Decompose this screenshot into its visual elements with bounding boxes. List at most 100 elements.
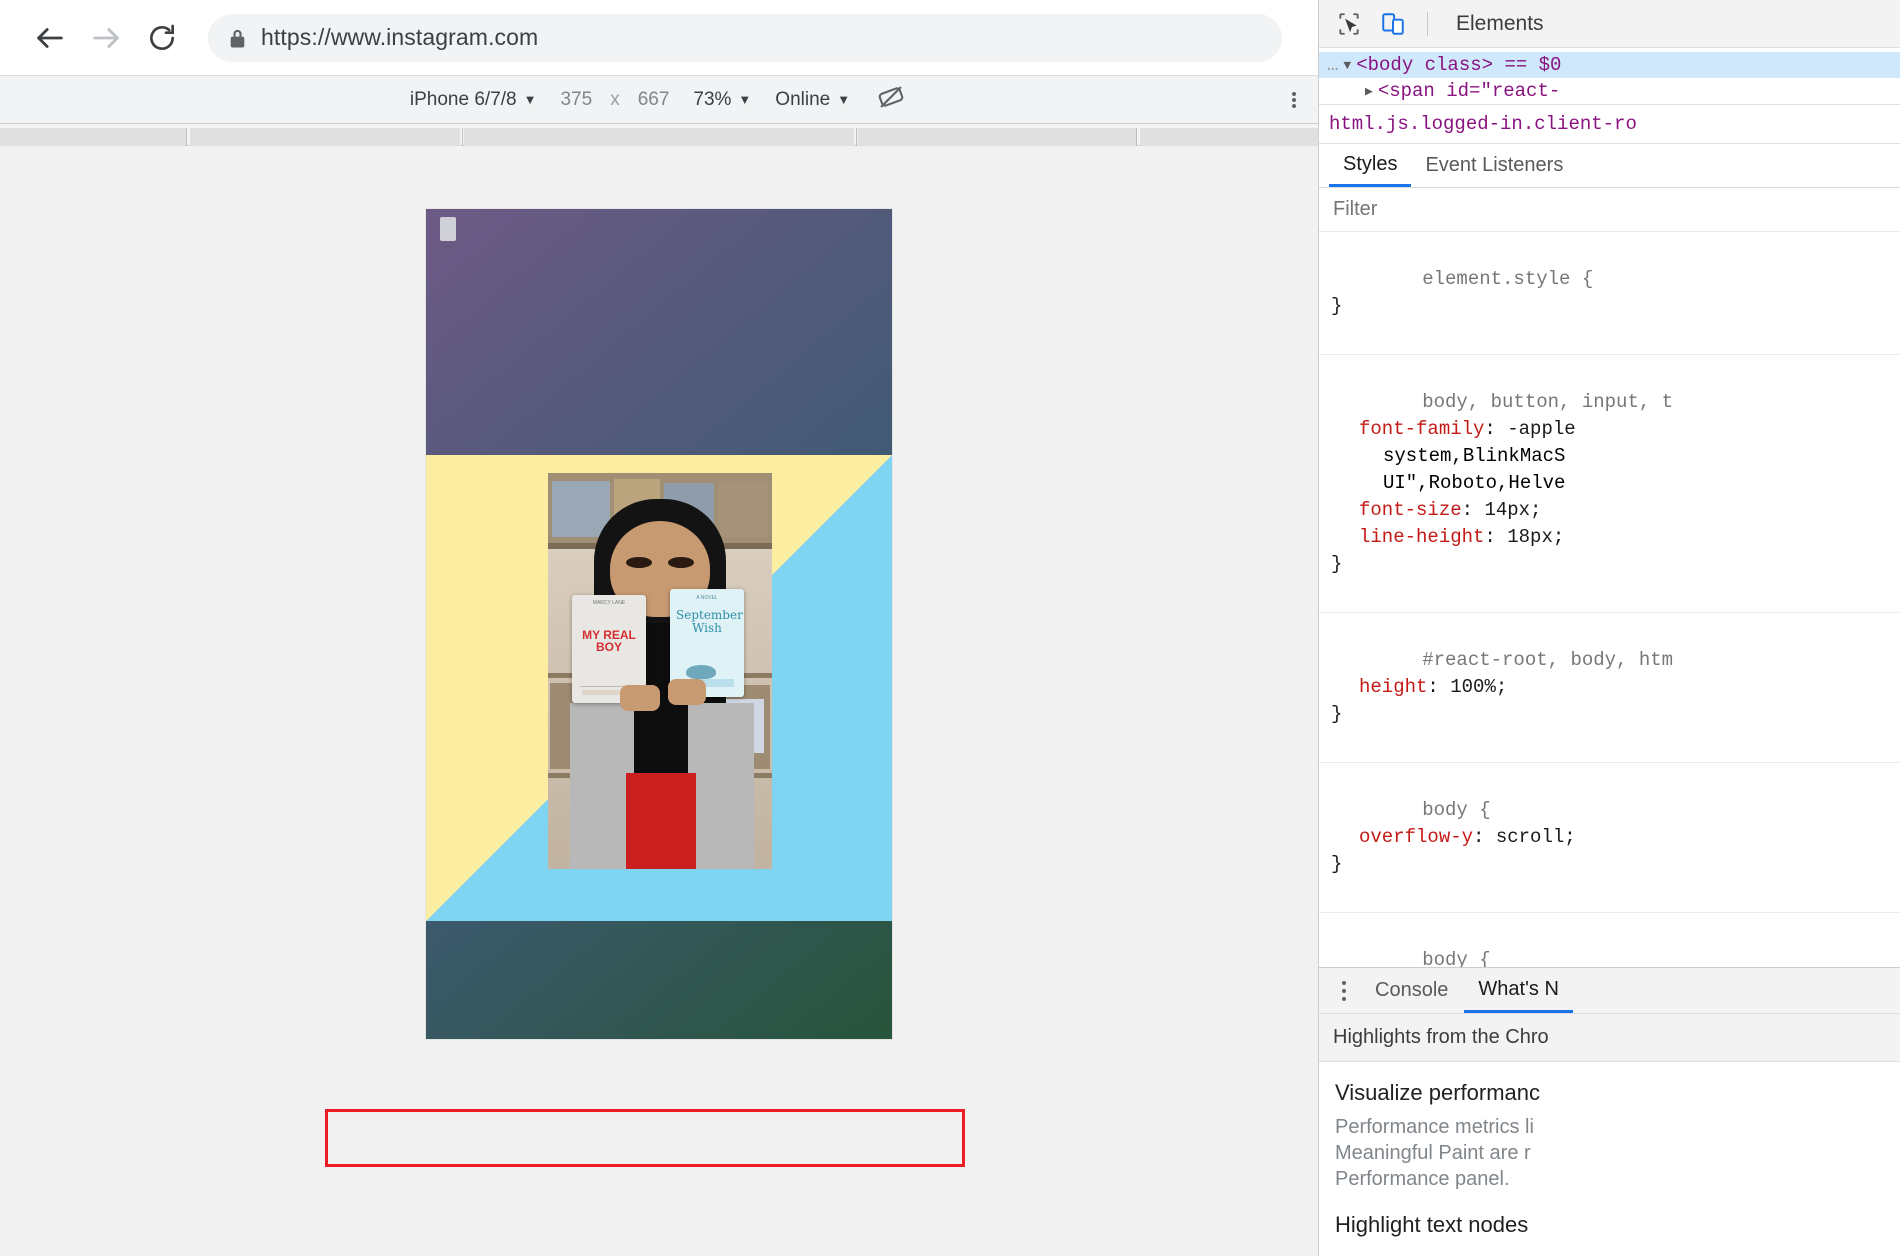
viewport-width-input[interactable]: 375 (548, 89, 604, 111)
whats-new-text: Performance metrics li Meaningful Paint … (1335, 1114, 1884, 1192)
chevron-down-icon: ▼ (837, 92, 851, 107)
breadcrumb[interactable]: html.js.logged-in.client-ro (1319, 104, 1900, 144)
chevron-right-icon[interactable]: ▶ (1365, 84, 1373, 99)
rotate-device-button[interactable] (862, 82, 920, 118)
tab-event-listeners[interactable]: Event Listeners (1411, 144, 1577, 187)
css-close-brace: } (1331, 853, 1343, 875)
viewport-width-value: 375 (560, 88, 593, 110)
avatar (426, 209, 892, 1039)
css-rule[interactable]: body, button, input, t font-family: -app… (1319, 355, 1900, 613)
whats-new-heading[interactable]: Visualize performanc (1335, 1080, 1884, 1106)
back-button[interactable] (22, 10, 78, 66)
rotate-device-icon (876, 82, 906, 118)
dom-line-span-text: <span id="react- (1377, 80, 1561, 102)
tab-elements[interactable]: Elements (1442, 1, 1558, 47)
css-selector: body, button, input, t (1422, 391, 1674, 413)
dom-overflow-ellipsis: … (1327, 54, 1339, 76)
styles-panel-tabs: Styles Event Listeners (1319, 144, 1900, 188)
css-value[interactable]: 14px; (1484, 499, 1541, 521)
css-property[interactable]: font-size (1359, 499, 1462, 521)
css-property[interactable]: font-family (1359, 418, 1484, 440)
dom-tree: … ▼ <body class> == $0 ▶ <span id="react… (1319, 48, 1900, 104)
tab-styles[interactable]: Styles (1329, 144, 1412, 187)
url-text: https://www.instagram.com (261, 24, 539, 50)
css-selector: #react-root, body, htm (1422, 649, 1674, 671)
reload-icon (146, 22, 178, 54)
zoom-value: 73% (693, 88, 732, 110)
whats-new-heading-2[interactable]: Highlight text nodes (1335, 1212, 1884, 1238)
css-value[interactable]: 18px; (1507, 526, 1564, 548)
chevron-down-icon: ▼ (523, 92, 537, 107)
dom-line-body[interactable]: … ▼ <body class> == $0 (1319, 52, 1900, 78)
css-property[interactable]: height (1359, 676, 1427, 698)
inspect-element-icon[interactable] (1329, 6, 1369, 42)
css-value-cont: system,BlinkMacS (1383, 445, 1566, 467)
css-value[interactable]: scroll; (1496, 826, 1576, 848)
tab-whats-new[interactable]: What's N (1464, 968, 1573, 1013)
lock-icon (228, 27, 247, 49)
viewport-height-value: 667 (637, 88, 670, 110)
throttling-value: Online (775, 88, 831, 110)
device-toolbar-more-button[interactable] (1292, 76, 1296, 124)
css-rule[interactable]: body { overflow-y: scroll;} (1319, 763, 1900, 913)
css-property[interactable]: overflow-y (1359, 826, 1473, 848)
devtools-toolbar: Elements (1319, 0, 1900, 48)
post-media[interactable]: MARCY LANE MY REAL BOY A NOVEL September… (426, 455, 892, 921)
drawer-more-icon[interactable] (1329, 979, 1359, 1003)
screenshot-root: https://www.instagram.com iPhone 6/7/8 ▼… (0, 0, 1900, 1256)
css-selector: element.style { (1422, 268, 1594, 290)
css-value[interactable]: -apple (1507, 418, 1575, 440)
css-rule[interactable]: #react-root, body, htm height: 100%;} (1319, 613, 1900, 763)
styles-filter-bar[interactable] (1319, 188, 1900, 232)
emulated-viewport: Instagram Hendi’sMyRefreshing (0, 146, 1318, 1256)
css-close-brace: } (1331, 295, 1343, 317)
whats-new-body: Visualize performanc Performance metrics… (1319, 1062, 1900, 1256)
dom-line-body-text: <body class> == $0 (1356, 54, 1562, 76)
css-rules-list: element.style { } body, button, input, t… (1319, 232, 1900, 967)
post-header: ansar_siri ••• (426, 209, 892, 1039)
book-right-title: September Wish (676, 608, 743, 635)
device-selector[interactable]: iPhone 6/7/8 ▼ (398, 89, 549, 111)
instagram-mobile-viewport: Instagram Hendi’sMyRefreshing (426, 209, 892, 1039)
whats-new-line-1: Performance metrics li (1335, 1116, 1534, 1138)
devtools-panel: Elements … ▼ <body class> == $0 ▶ <span … (1318, 0, 1900, 1256)
viewport-ruler (0, 124, 1318, 146)
filter-input[interactable] (1333, 198, 1886, 221)
device-emulation-toolbar: iPhone 6/7/8 ▼ 375 x 667 73% ▼ Online ▼ (0, 76, 1318, 124)
css-property[interactable]: line-height (1359, 526, 1484, 548)
viewport-height-input[interactable]: 667 (626, 89, 682, 111)
css-close-brace: } (1331, 703, 1343, 725)
css-close-brace: } (1331, 553, 1343, 575)
address-bar[interactable]: https://www.instagram.com (208, 13, 1282, 62)
throttling-selector[interactable]: Online ▼ (763, 89, 862, 111)
post-photo: MARCY LANE MY REAL BOY A NOVEL September… (548, 473, 772, 869)
forward-arrow-icon (89, 21, 123, 55)
subject-eyes (626, 557, 694, 569)
more-options-icon (1292, 90, 1296, 110)
forward-button[interactable] (78, 10, 134, 66)
tab-console[interactable]: Console (1361, 968, 1462, 1013)
css-selector: body { (1422, 799, 1491, 821)
css-rule[interactable]: element.style { } (1319, 232, 1900, 355)
css-rule[interactable]: body { line-height: 1; (1319, 913, 1900, 967)
subject-sleeve-right (688, 703, 754, 869)
whats-new-line-2: Meaningful Paint are r (1335, 1142, 1531, 1164)
dimension-separator: x (610, 88, 620, 110)
toolbar-divider (1427, 11, 1428, 36)
chevron-down-icon[interactable]: ▼ (1343, 58, 1351, 73)
bottom-nav-highlight (325, 1109, 965, 1167)
dom-line-span[interactable]: ▶ <span id="react- (1319, 78, 1900, 104)
drawer-tabs: Console What's N (1319, 968, 1900, 1014)
drawer-subtitle: Highlights from the Chro (1319, 1014, 1900, 1062)
breadcrumb-text: html.js.logged-in.client-ro (1329, 113, 1637, 135)
subject-red-top (626, 773, 696, 869)
css-value-cont: UI",Roboto,Helve (1383, 472, 1566, 494)
subject-sleeve-left (570, 703, 634, 869)
toggle-device-toolbar-icon[interactable] (1373, 6, 1413, 42)
reload-button[interactable] (134, 10, 190, 66)
book-left-title: MY REAL BOY (582, 628, 636, 654)
zoom-selector[interactable]: 73% ▼ (681, 89, 763, 111)
post-avatar-ring[interactable] (426, 209, 892, 1039)
chevron-down-icon: ▼ (738, 92, 752, 107)
css-value[interactable]: 100%; (1450, 676, 1507, 698)
